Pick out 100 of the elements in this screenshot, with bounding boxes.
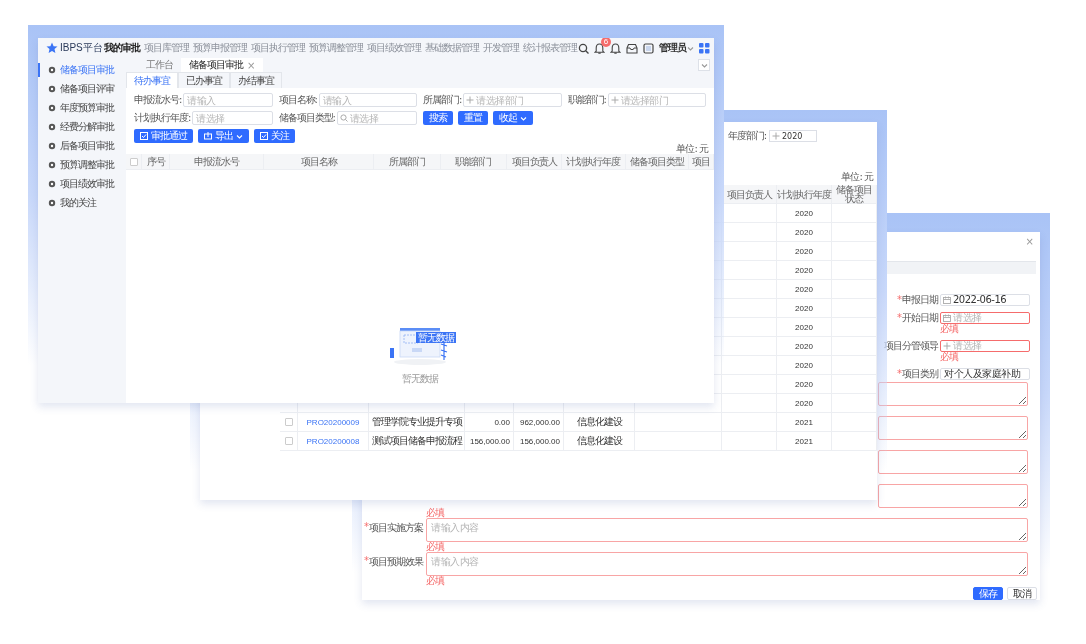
column-header: 储备项目状态 xyxy=(832,185,877,203)
date-field[interactable]: 2022-06-16 xyxy=(940,293,1030,306)
nav-item[interactable]: 我的审批 xyxy=(103,41,141,55)
plus-icon xyxy=(772,132,780,140)
apps-grid-icon[interactable] xyxy=(699,42,710,54)
input-field[interactable]: 请选择 xyxy=(192,111,273,125)
button[interactable]: 搜索 xyxy=(423,111,453,125)
text-area[interactable]: 请输入内容 xyxy=(426,552,1028,576)
table-cell: 2020 xyxy=(795,246,813,256)
column-header: 申报流水号 xyxy=(193,154,239,169)
table-cell: 信息化建设 xyxy=(576,434,622,448)
text-area[interactable]: 请输入内容 xyxy=(426,518,1028,542)
caret-icon xyxy=(236,133,243,139)
nav-item[interactable]: 基础数据管理 xyxy=(424,41,480,55)
field-label: 项目分管领导 xyxy=(884,338,938,353)
button[interactable]: 收起 xyxy=(493,111,533,125)
table-cell: 2020 xyxy=(795,284,813,294)
text-area[interactable] xyxy=(878,450,1028,474)
sidebar-item[interactable]: 预算调整审批 xyxy=(38,158,126,172)
text-area[interactable] xyxy=(878,484,1028,508)
error-text: 必填 xyxy=(426,508,444,518)
page-tab[interactable]: 工作台 xyxy=(138,58,181,72)
sidebar-item[interactable]: 储备项目评审 xyxy=(38,82,126,96)
user-menu[interactable]: 管理员 xyxy=(659,41,686,55)
dropdown-button[interactable] xyxy=(698,59,710,71)
tab[interactable]: 已办事宜 xyxy=(178,72,230,88)
page-tab[interactable]: 储备项目审批 × xyxy=(181,58,264,72)
caret-icon xyxy=(520,115,527,121)
filter-label: 年度部门: xyxy=(727,129,766,143)
sidebar-item[interactable]: 项目绩效审批 xyxy=(38,177,126,191)
table-cell: 2020 xyxy=(795,208,813,218)
field-label: 项目实施方案 xyxy=(369,521,423,532)
plus-icon xyxy=(943,341,951,350)
nav-item[interactable]: 开发管理 xyxy=(482,41,520,55)
select-field[interactable]: 2020 xyxy=(769,130,817,142)
picker-field[interactable]: 请选择 xyxy=(940,339,1030,352)
app-logo: IBPS平台 xyxy=(60,41,103,55)
nav-item[interactable]: 项目库管理 xyxy=(143,41,190,55)
close-button[interactable]: × xyxy=(1023,236,1036,248)
required-mark: * xyxy=(364,555,368,566)
inbox-icon[interactable] xyxy=(626,42,638,54)
square-icon[interactable] xyxy=(643,42,654,54)
search-icon xyxy=(339,114,348,122)
input-field[interactable]: 请输入 xyxy=(183,93,273,107)
gear-icon xyxy=(48,104,56,112)
save-button[interactable]: 保存 xyxy=(973,587,1003,600)
project-code-link[interactable]: PRO20200008 xyxy=(306,436,360,446)
nav-item[interactable]: 预算申报管理 xyxy=(192,41,248,55)
input-field[interactable]: 请输入 xyxy=(318,93,417,107)
date-field[interactable]: 请选择 xyxy=(940,311,1030,324)
checkbox[interactable] xyxy=(284,437,293,445)
bell-icon[interactable] xyxy=(610,42,621,54)
nav-item[interactable]: 预算调整管理 xyxy=(308,41,364,55)
column-header: 项目 xyxy=(692,154,711,169)
close-icon[interactable]: × xyxy=(247,59,256,71)
sidebar-item[interactable]: 年度预算审批 xyxy=(38,101,126,115)
column-header: 项目负责人 xyxy=(511,154,557,169)
gear-icon xyxy=(48,161,56,169)
project-code-link[interactable]: PRO20200009 xyxy=(306,417,360,427)
required-mark: * xyxy=(897,294,901,306)
text-area[interactable] xyxy=(878,382,1028,406)
filter-label: 申报流水号: xyxy=(134,93,182,107)
table-cell: 156,000.00 xyxy=(469,436,510,446)
table-cell: 0.00 xyxy=(494,417,510,427)
button[interactable]: 重置 xyxy=(458,111,488,125)
input-field[interactable]: 对个人及家庭补助 xyxy=(940,367,1030,380)
search-icon[interactable] xyxy=(578,42,589,54)
table-cell: 156,000.00 xyxy=(519,436,560,446)
table-cell: 2020 xyxy=(795,227,813,237)
button[interactable]: 关注 xyxy=(254,129,295,143)
unit-label: 单位: 元 xyxy=(676,143,708,154)
tab[interactable]: 待办事宜 xyxy=(126,72,178,88)
cancel-button[interactable]: 取消 xyxy=(1007,587,1037,600)
gear-icon xyxy=(48,66,56,74)
table-cell: 2020 xyxy=(795,341,813,351)
nav-item[interactable]: 项目绩效管理 xyxy=(366,41,422,55)
table-cell: 2020 xyxy=(795,398,813,408)
button[interactable]: 审批通过 xyxy=(134,129,193,143)
error-text: 必填 xyxy=(426,542,444,552)
sidebar-item[interactable]: 后备项目审批 xyxy=(38,139,126,153)
sidebar-item[interactable]: 经费分解审批 xyxy=(38,120,126,134)
table-cell: 信息化建设 xyxy=(576,415,622,429)
filter-label: 计划执行年度: xyxy=(134,111,191,125)
filter-label: 储备项目类型: xyxy=(278,111,335,125)
checkbox[interactable] xyxy=(284,418,293,426)
table-cell: 2020 xyxy=(795,379,813,389)
text-area[interactable] xyxy=(878,416,1028,440)
sidebar-item[interactable]: 我的关注 xyxy=(38,196,126,210)
nav-item[interactable]: 项目执行管理 xyxy=(250,41,306,55)
search-field[interactable]: 请选择 xyxy=(336,111,417,125)
button[interactable]: 导出 xyxy=(198,129,249,143)
calendar-icon xyxy=(943,313,951,322)
column-header: 职能部门 xyxy=(455,154,492,169)
checkbox[interactable] xyxy=(129,157,138,166)
tab[interactable]: 办结事宜 xyxy=(230,72,282,88)
required-mark: * xyxy=(897,368,901,380)
table-cell: 2020 xyxy=(795,265,813,275)
bell-icon[interactable] xyxy=(594,42,605,54)
unit-label: 单位: 元 xyxy=(841,170,873,184)
nav-item[interactable]: 统计报表管理 xyxy=(522,41,578,55)
